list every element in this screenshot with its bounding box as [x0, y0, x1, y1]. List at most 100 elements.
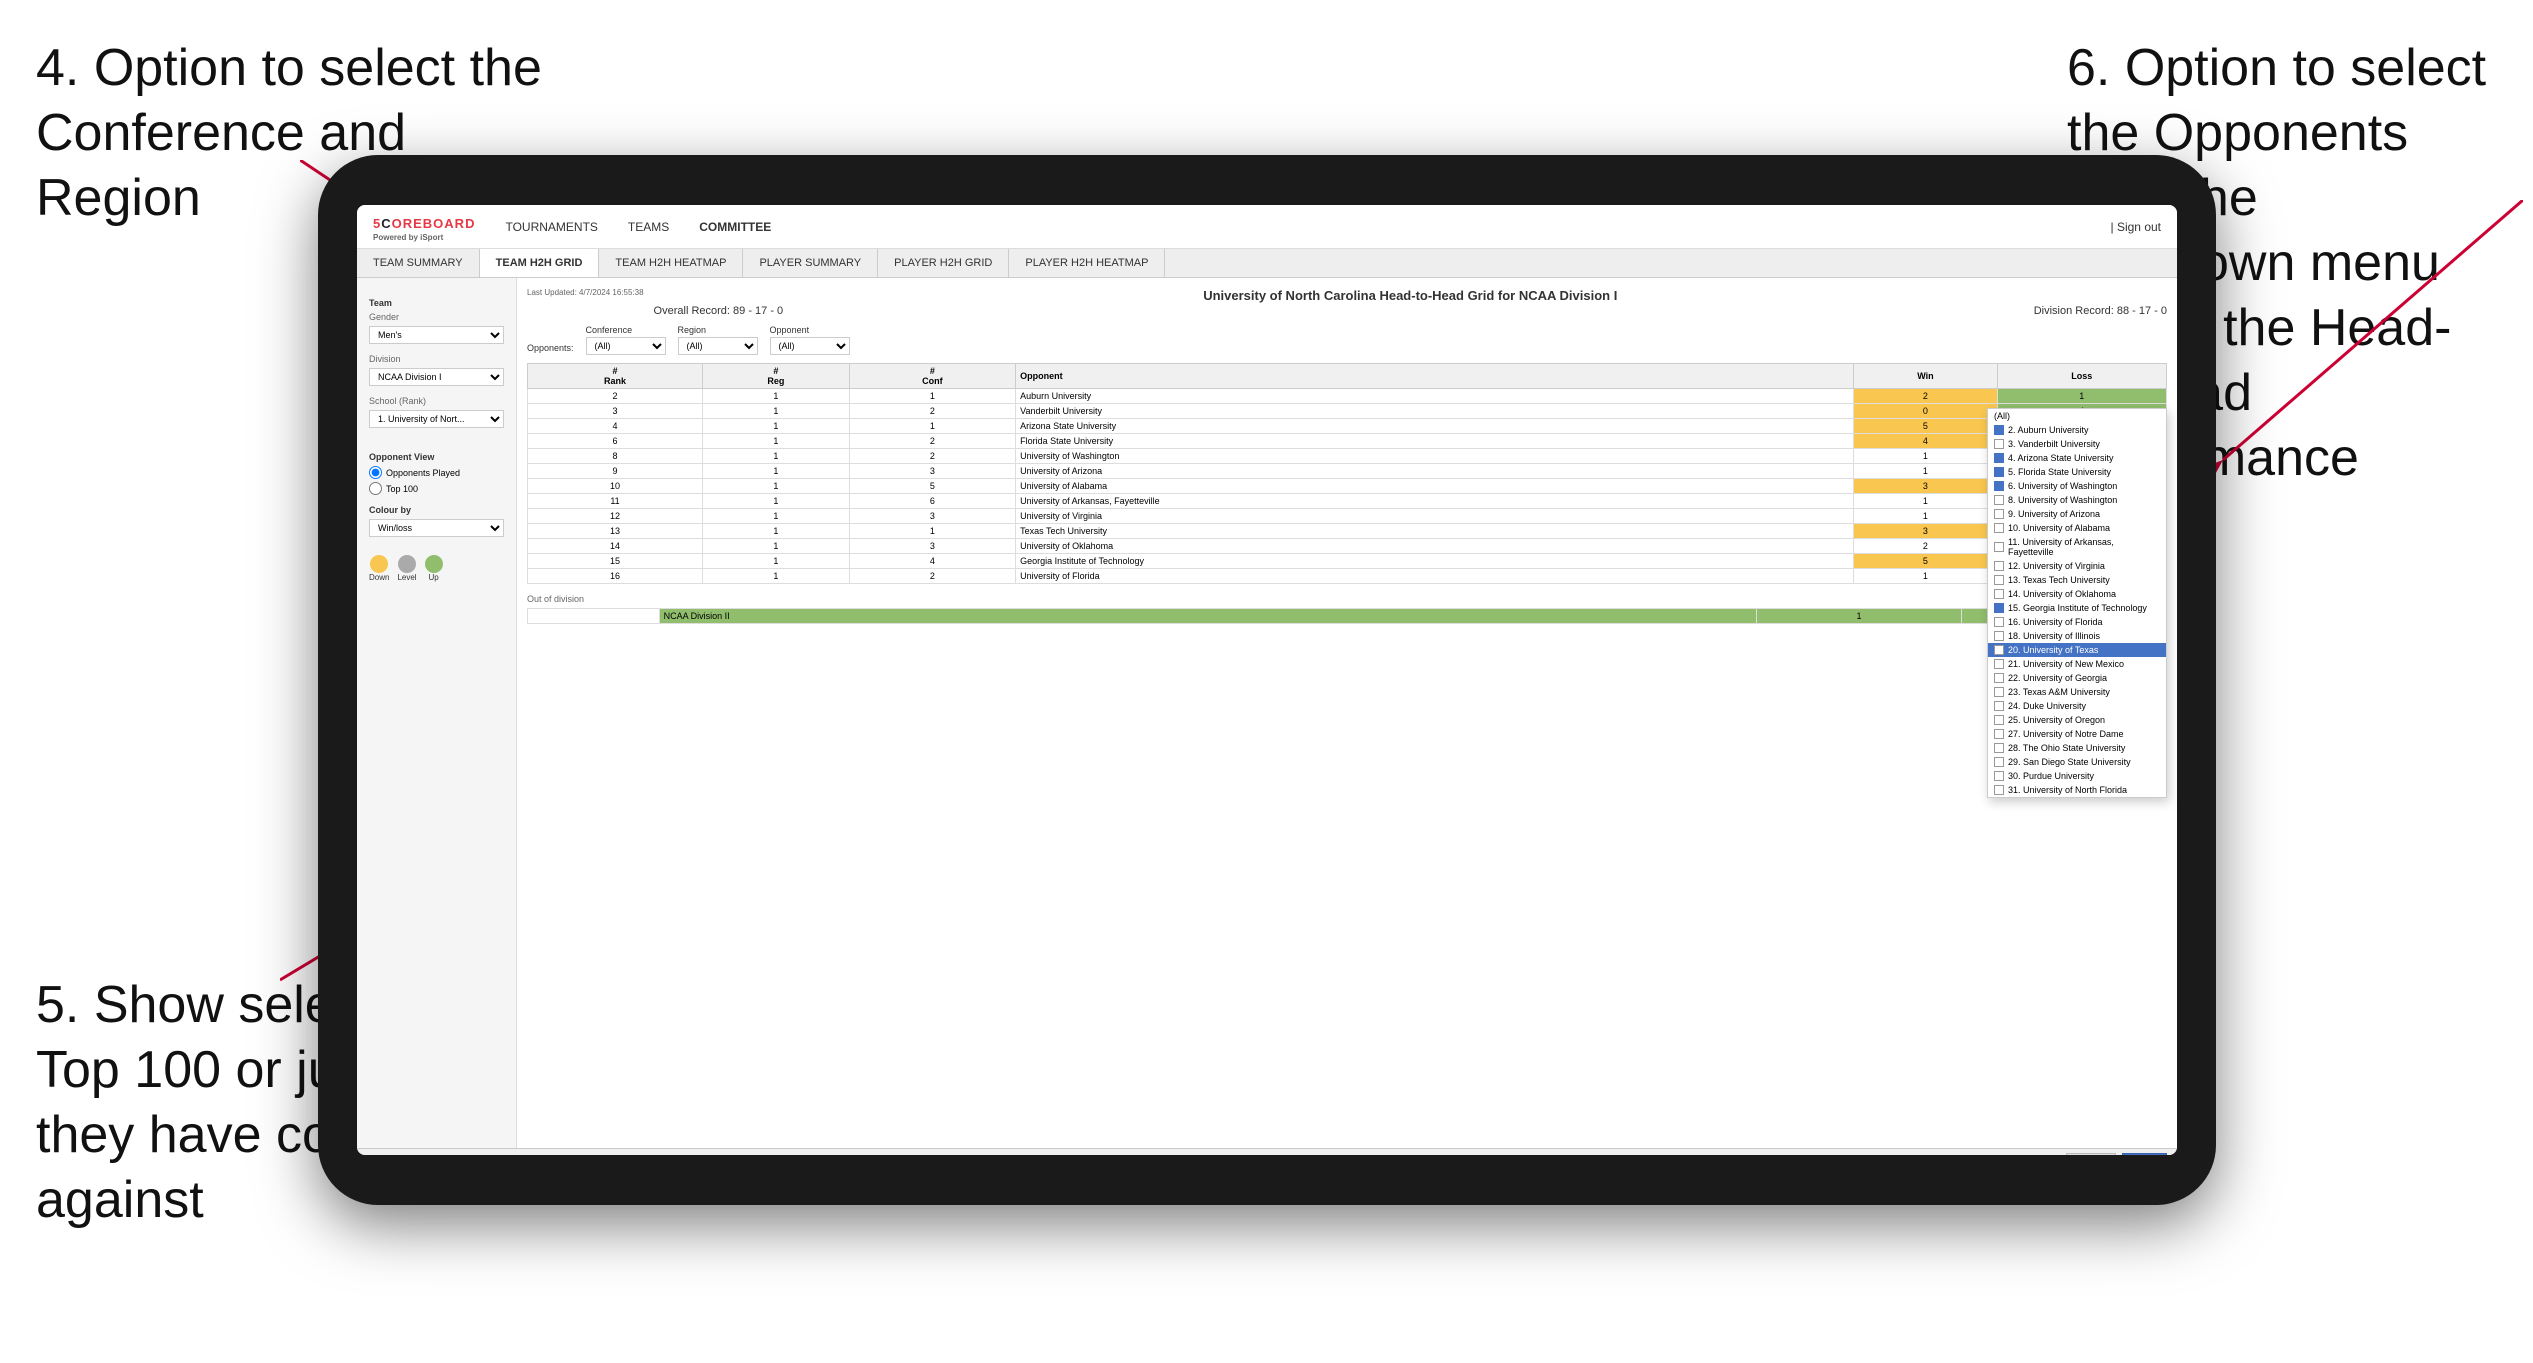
school-select[interactable]: 1. University of Nort...: [369, 410, 504, 428]
opponent-dropdown-item[interactable]: 30. Purdue University: [1988, 769, 2166, 783]
toolbar-undo[interactable]: ↩: [367, 1155, 376, 1156]
colour-select[interactable]: Win/loss: [369, 519, 504, 537]
nav-signout[interactable]: | Sign out: [2111, 220, 2161, 234]
opponent-checkbox: [1994, 542, 2004, 552]
opponent-dropdown-item[interactable]: 2. Auburn University: [1988, 423, 2166, 437]
subnav-team-h2h-grid[interactable]: TEAM H2H GRID: [480, 249, 600, 277]
opponent-dropdown-item[interactable]: 10. University of Alabama: [1988, 521, 2166, 535]
tablet-screen: 5COREBOARD Powered by iSport TOURNAMENTS…: [357, 205, 2177, 1155]
cell-opponent: Vanderbilt University: [1016, 404, 1854, 419]
cell-win: 1: [1854, 569, 1997, 584]
opponent-dropdown-item[interactable]: 29. San Diego State University: [1988, 755, 2166, 769]
overall-record: Overall Record: 89 - 17 - 0: [654, 305, 784, 317]
cell-reg: 1: [702, 509, 849, 524]
out-division-table: NCAA Division II 1 0: [527, 608, 2167, 624]
toolbar-redo[interactable]: ↪: [382, 1155, 391, 1156]
opponent-dropdown-item[interactable]: 12. University of Virginia: [1988, 559, 2166, 573]
opponent-dropdown-item[interactable]: 23. Texas A&M University: [1988, 685, 2166, 699]
cell-opponent: University of Oklahoma: [1016, 539, 1854, 554]
h2h-table: #Rank #Reg #Conf Opponent Win Loss 2 1 1…: [527, 363, 2167, 584]
opponent-item-label: 21. University of New Mexico: [2008, 659, 2124, 669]
cell-conf: 2: [849, 404, 1015, 419]
subnav-player-h2h-grid[interactable]: PLAYER H2H GRID: [878, 249, 1009, 277]
report-records: Overall Record: 89 - 17 - 0 Division Rec…: [654, 305, 2167, 317]
cell-conf: 1: [849, 524, 1015, 539]
cell-reg: 1: [702, 554, 849, 569]
opponent-dropdown-item[interactable]: 18. University of Illinois: [1988, 629, 2166, 643]
cell-win: 2: [1854, 539, 1997, 554]
opponent-checkbox: [1994, 687, 2004, 697]
opponent-checkbox: [1994, 729, 2004, 739]
opponent-dropdown-item[interactable]: 9. University of Arizona: [1988, 507, 2166, 521]
school-label: School (Rank): [369, 396, 504, 406]
subnav-player-h2h-heatmap[interactable]: PLAYER H2H HEATMAP: [1009, 249, 1165, 277]
cell-win: 3: [1854, 479, 1997, 494]
opponent-checkbox: [1994, 481, 2004, 491]
cell-reg: 1: [702, 569, 849, 584]
nav-bar: 5COREBOARD Powered by iSport TOURNAMENTS…: [357, 205, 2177, 249]
opponent-dropdown-item[interactable]: 20. University of Texas: [1988, 643, 2166, 657]
subnav-team-h2h-heatmap[interactable]: TEAM H2H HEATMAP: [599, 249, 743, 277]
cell-conf: 6: [849, 494, 1015, 509]
opponent-dropdown-item[interactable]: 24. Duke University: [1988, 699, 2166, 713]
opponent-dropdown-item[interactable]: 16. University of Florida: [1988, 615, 2166, 629]
apply-button[interactable]: Apply: [2122, 1153, 2167, 1155]
subnav-team-summary[interactable]: TEAM SUMMARY: [357, 249, 480, 277]
logo-sub: Powered by iSport: [373, 233, 475, 242]
nav-committee[interactable]: COMMITTEE: [699, 216, 771, 238]
cell-opponent: Florida State University: [1016, 434, 1854, 449]
cell-reg: 1: [702, 419, 849, 434]
table-row: 9 1 3 University of Arizona 1 0: [528, 464, 2167, 479]
opponent-dropdown-item[interactable]: 28. The Ohio State University: [1988, 741, 2166, 755]
opponent-dropdown-item[interactable]: 8. University of Washington: [1988, 493, 2166, 507]
cell-reg: 1: [702, 524, 849, 539]
opponent-dropdown-item[interactable]: 11. University of Arkansas, Fayetteville: [1988, 535, 2166, 559]
left-panel: Team Gender Men's Division NCAA Division…: [357, 278, 517, 1148]
cell-opponent: University of Florida: [1016, 569, 1854, 584]
opponent-dropdown-item[interactable]: 4. Arizona State University: [1988, 451, 2166, 465]
opponent-dropdown-item[interactable]: 14. University of Oklahoma: [1988, 587, 2166, 601]
report-header: University of North Carolina Head-to-Hea…: [654, 288, 2167, 317]
colour-legend: Down Level Up: [369, 555, 504, 582]
top100-option[interactable]: Top 100: [369, 482, 504, 495]
opponent-dropdown-item[interactable]: 27. University of Notre Dame: [1988, 727, 2166, 741]
gender-select[interactable]: Men's: [369, 326, 504, 344]
toolbar-refresh[interactable]: ⟳: [426, 1155, 435, 1156]
opponent-dropdown-item[interactable]: 5. Florida State University: [1988, 465, 2166, 479]
toolbar-back[interactable]: ◁: [397, 1155, 405, 1156]
table-row: 16 1 2 University of Florida 1: [528, 569, 2167, 584]
opponent-checkbox: [1994, 715, 2004, 725]
subnav-player-summary[interactable]: PLAYER SUMMARY: [743, 249, 878, 277]
opponent-dropdown-item[interactable]: 22. University of Georgia: [1988, 671, 2166, 685]
opponent-dropdown-item[interactable]: 15. Georgia Institute of Technology: [1988, 601, 2166, 615]
table-row: 10 1 5 University of Alabama 3 0: [528, 479, 2167, 494]
opponent-dropdown-item[interactable]: 3. Vanderbilt University: [1988, 437, 2166, 451]
opponent-checkbox: [1994, 701, 2004, 711]
cell-opponent: University of Arkansas, Fayetteville: [1016, 494, 1854, 509]
toolbar-clock[interactable]: 🕐: [441, 1155, 455, 1156]
conference-select[interactable]: (All): [586, 337, 666, 355]
cell-opponent: Georgia Institute of Technology: [1016, 554, 1854, 569]
opponent-dropdown-item[interactable]: (All): [1988, 409, 2166, 423]
region-select[interactable]: (All): [678, 337, 758, 355]
cell-opponent: Texas Tech University: [1016, 524, 1854, 539]
legend-up-label: Up: [428, 573, 438, 582]
opponent-select[interactable]: (All): [770, 337, 850, 355]
nav-tournaments[interactable]: TOURNAMENTS: [505, 216, 597, 238]
opponent-item-label: 13. Texas Tech University: [2008, 575, 2110, 585]
opponent-item-label: 25. University of Oregon: [2008, 715, 2105, 725]
division-select[interactable]: NCAA Division I: [369, 368, 504, 386]
opponent-dropdown-item[interactable]: 21. University of New Mexico: [1988, 657, 2166, 671]
opponent-dropdown-item[interactable]: 31. University of North Florida: [1988, 783, 2166, 797]
cancel-button[interactable]: Cancel: [2066, 1153, 2116, 1155]
nav-teams[interactable]: TEAMS: [628, 216, 669, 238]
opponent-dropdown-item[interactable]: 13. Texas Tech University: [1988, 573, 2166, 587]
toolbar-copy[interactable]: ⧉: [412, 1155, 420, 1156]
table-row: 12 1 3 University of Virginia 1 0: [528, 509, 2167, 524]
opponents-played-option[interactable]: Opponents Played: [369, 466, 504, 479]
cell-rank: 9: [528, 464, 703, 479]
opponent-checkbox: [1994, 757, 2004, 767]
col-conf: #Conf: [849, 364, 1015, 389]
opponent-dropdown-item[interactable]: 25. University of Oregon: [1988, 713, 2166, 727]
opponent-dropdown-item[interactable]: 6. University of Washington: [1988, 479, 2166, 493]
